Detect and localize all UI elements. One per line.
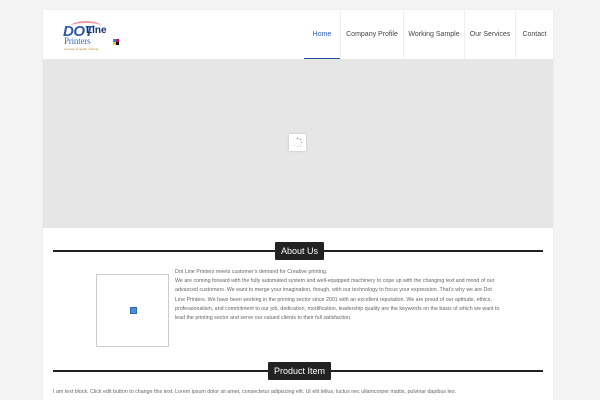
logo-tagline: a house of quality printing bbox=[64, 47, 99, 51]
about-paragraph-2: We are coming forward with the fully aut… bbox=[175, 278, 500, 322]
page-container: DOT Line Printers a house of quality pri… bbox=[43, 10, 553, 400]
logo-printers-text: Printers bbox=[64, 36, 91, 46]
broken-image-icon bbox=[130, 307, 137, 314]
product-text: I am text block. Click edit button to ch… bbox=[53, 389, 457, 395]
product-heading: Product Item bbox=[268, 362, 332, 380]
nav-item-label: Company Profile bbox=[346, 31, 398, 38]
site-logo[interactable]: DOT Line Printers a house of quality pri… bbox=[63, 21, 119, 52]
nav-item-label: Working Sample bbox=[408, 31, 460, 38]
site-header: DOT Line Printers a house of quality pri… bbox=[43, 10, 553, 60]
about-paragraph-1: Dot Line Printers meets customer’s deman… bbox=[175, 269, 328, 275]
loading-spinner-icon bbox=[289, 134, 306, 151]
nav-item-home[interactable]: Home bbox=[304, 10, 340, 60]
nav-item-label: Home bbox=[312, 31, 332, 38]
main-nav: Home Company Profile Working Sample Our … bbox=[304, 10, 553, 60]
logo-cmyk-icon bbox=[113, 39, 119, 45]
about-heading: About Us bbox=[275, 242, 325, 260]
nav-item-label: Our Services bbox=[469, 31, 511, 38]
nav-item-our-services[interactable]: Our Services bbox=[464, 10, 515, 59]
hero-slider bbox=[43, 59, 553, 228]
nav-item-working-sample[interactable]: Working Sample bbox=[403, 10, 464, 59]
nav-item-contact[interactable]: Contact bbox=[515, 10, 553, 59]
about-text: Dot Line Printers meets customer’s deman… bbox=[175, 268, 503, 323]
nav-item-company-profile[interactable]: Company Profile bbox=[340, 10, 403, 59]
logo-line-text: Line bbox=[86, 25, 107, 36]
nav-item-label: Contact bbox=[522, 31, 547, 38]
about-image bbox=[96, 274, 169, 347]
